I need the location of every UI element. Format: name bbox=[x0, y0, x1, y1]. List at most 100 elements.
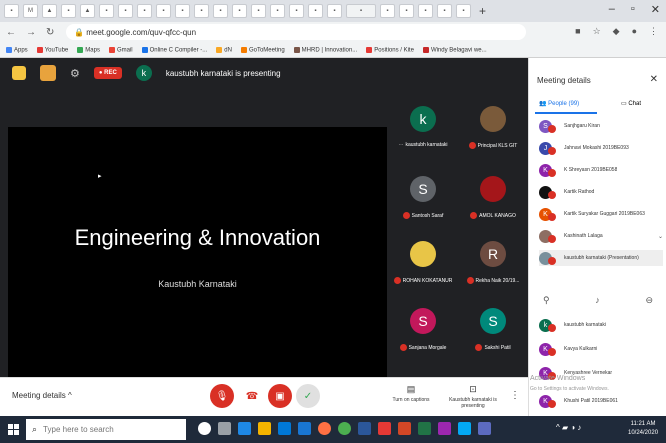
browser-tab[interactable]: M bbox=[23, 4, 38, 18]
participant-row[interactable]: K Kartik Suryakar Guggari 2019BE063 bbox=[539, 206, 663, 222]
browser-tab[interactable]: ▲ bbox=[42, 4, 57, 18]
chrome-icon[interactable] bbox=[338, 422, 351, 435]
browser-tab[interactable]: ▪ bbox=[156, 4, 171, 18]
participant-row[interactable]: K Khushi Patil 2019BE061 bbox=[539, 393, 663, 409]
participant-row[interactable]: k kaustubh karnataki bbox=[539, 317, 663, 333]
participant-tile[interactable]: Principal KLS GIT bbox=[458, 100, 528, 160]
browser-tab[interactable]: ▪ bbox=[456, 4, 471, 18]
browser-tab[interactable]: ▪ bbox=[399, 4, 414, 18]
mute-participant-icon[interactable]: ♪ bbox=[595, 295, 600, 306]
participant-row[interactable]: Kartik Rathod bbox=[539, 184, 663, 200]
participant-row-highlighted[interactable]: kaustubh karnataki (Presentation) bbox=[539, 250, 663, 266]
check-button[interactable]: ✓ bbox=[296, 384, 320, 408]
browser-tab[interactable]: ▪ bbox=[327, 4, 342, 18]
browser-tab[interactable]: ▪ bbox=[418, 4, 433, 18]
participant-tile[interactable]: AMOL KANAGO bbox=[458, 170, 528, 230]
bookmark-apps[interactable]: Apps bbox=[6, 46, 28, 53]
participant-row[interactable]: J Jahnavi Mokashi 2019BE093 bbox=[539, 140, 663, 156]
url-field[interactable]: 🔒 meet.google.com/quv-qfcc-qun bbox=[66, 24, 526, 40]
bookmark-youtube[interactable]: YouTube bbox=[36, 46, 68, 53]
edge-icon[interactable] bbox=[238, 422, 251, 435]
file-explorer-icon[interactable] bbox=[258, 422, 271, 435]
browser-tab[interactable]: ▪ bbox=[380, 4, 395, 18]
new-tab-icon[interactable]: + bbox=[479, 4, 486, 18]
maximize-icon[interactable]: ▫ bbox=[631, 3, 635, 16]
minimize-icon[interactable]: – bbox=[609, 3, 615, 16]
acrobat-icon[interactable] bbox=[378, 422, 391, 435]
forward-icon[interactable]: → bbox=[26, 27, 36, 38]
present-button[interactable]: ⊡ Kaustubh karnataki is presenting bbox=[446, 384, 500, 409]
back-icon[interactable]: ← bbox=[6, 27, 16, 38]
remove-participant-icon[interactable]: ⊖ bbox=[645, 295, 653, 306]
captions-button[interactable]: ▤ Turn on captions bbox=[384, 384, 438, 403]
browser-tab[interactable]: ▪ bbox=[308, 4, 323, 18]
browser-tab[interactable]: ▲ bbox=[80, 4, 95, 18]
browser-tab-active[interactable]: ▪ bbox=[346, 4, 376, 18]
gear-icon[interactable]: ⚙ bbox=[70, 67, 80, 80]
app-icon[interactable] bbox=[458, 422, 471, 435]
participant-tile[interactable]: S Sakshi Patil bbox=[458, 302, 528, 362]
system-tray[interactable]: ^ ▰ ◑ ♪ bbox=[556, 423, 581, 432]
tab-people[interactable]: 👥 People (99) bbox=[539, 100, 579, 107]
participant-tile[interactable]: S Santosh Saraf bbox=[388, 170, 458, 230]
participant-tile[interactable]: k ⋯ kaustubh karnataki bbox=[388, 100, 458, 160]
participant-tile[interactable]: R Rekha Naik 20/19... bbox=[458, 235, 528, 295]
bookmark-kite[interactable]: Positions / Kite bbox=[366, 46, 414, 53]
reload-icon[interactable]: ↻ bbox=[46, 27, 54, 38]
participant-row[interactable]: KK Shreyasn 2019BE058 bbox=[539, 162, 663, 178]
browser-tab[interactable]: ▪ bbox=[437, 4, 452, 18]
cortana-icon[interactable] bbox=[198, 422, 211, 435]
browser-tab[interactable]: ▪ bbox=[213, 4, 228, 18]
self-avatar[interactable] bbox=[40, 65, 56, 81]
powerpoint-icon[interactable] bbox=[398, 422, 411, 435]
bookmark-compiler[interactable]: Online C Compiler -... bbox=[141, 46, 207, 53]
bookmark-dn[interactable]: dN bbox=[216, 46, 232, 53]
browser-tab[interactable]: ▪ bbox=[4, 4, 19, 18]
camera-button[interactable]: ▣ bbox=[268, 384, 292, 408]
participant-row[interactable]: Kashinath Lalaga ⌄ bbox=[539, 228, 663, 244]
task-view-icon[interactable] bbox=[218, 422, 231, 435]
taskbar-clock[interactable]: 11:21 AM 10/24/2020 bbox=[628, 420, 658, 438]
bookmark-gotomeeting[interactable]: GoToMeeting bbox=[240, 46, 285, 53]
profile-icon[interactable]: ● bbox=[632, 26, 637, 37]
participant-tile[interactable]: ROHAN KOKATANUR bbox=[388, 235, 458, 295]
participant-tile[interactable]: S Sanjana Morgale bbox=[388, 302, 458, 362]
store-icon[interactable] bbox=[278, 422, 291, 435]
browser-tab[interactable]: ▪ bbox=[270, 4, 285, 18]
taskbar-search[interactable]: ⌕ bbox=[26, 419, 186, 440]
tab-chat[interactable]: ▭ Chat bbox=[621, 100, 641, 107]
taskbar-search-input[interactable] bbox=[43, 425, 174, 434]
close-window-icon[interactable]: ✕ bbox=[651, 3, 660, 16]
word-icon[interactable] bbox=[358, 422, 371, 435]
bookmark-gmail[interactable]: Gmail bbox=[108, 46, 133, 53]
windows-start-icon[interactable] bbox=[8, 424, 19, 435]
extension-icon[interactable]: ◆ bbox=[613, 26, 620, 37]
browser-tab[interactable]: ▪ bbox=[61, 4, 76, 18]
app-icon[interactable] bbox=[478, 422, 491, 435]
excel-icon[interactable] bbox=[418, 422, 431, 435]
bookmark-maps[interactable]: Maps bbox=[77, 46, 100, 53]
browser-tab[interactable]: ▪ bbox=[175, 4, 190, 18]
leave-call-button[interactable]: ☎ bbox=[240, 384, 264, 408]
raise-hand-icon[interactable] bbox=[12, 66, 26, 80]
chevron-down-icon[interactable]: ⌄ bbox=[658, 233, 663, 240]
meeting-details-button[interactable]: Meeting details ^ bbox=[12, 391, 72, 400]
microphone-button[interactable]: 🎙 bbox=[210, 384, 234, 408]
browser-tab[interactable]: ▪ bbox=[251, 4, 266, 18]
close-icon[interactable]: ✕ bbox=[650, 74, 658, 85]
browser-tab[interactable]: ▪ bbox=[194, 4, 209, 18]
firefox-icon[interactable] bbox=[318, 422, 331, 435]
mail-icon[interactable] bbox=[298, 422, 311, 435]
star-icon[interactable]: ☆ bbox=[593, 26, 601, 37]
browser-tab[interactable]: ▪ bbox=[137, 4, 152, 18]
browser-tab[interactable]: ▪ bbox=[232, 4, 247, 18]
app-icon[interactable] bbox=[438, 422, 451, 435]
browser-tab[interactable]: ▪ bbox=[118, 4, 133, 18]
bookmark-windy[interactable]: Windy Belagavi we... bbox=[422, 46, 487, 53]
browser-tab[interactable]: ▪ bbox=[99, 4, 114, 18]
browser-tab[interactable]: ▪ bbox=[289, 4, 304, 18]
participant-row[interactable]: K Kavya Kulkarni bbox=[539, 341, 663, 357]
menu-icon[interactable]: ⋮ bbox=[649, 26, 658, 37]
participant-row[interactable]: S Sanjhgaru Kiran bbox=[539, 118, 663, 134]
camera-icon[interactable]: ■ bbox=[575, 26, 580, 37]
